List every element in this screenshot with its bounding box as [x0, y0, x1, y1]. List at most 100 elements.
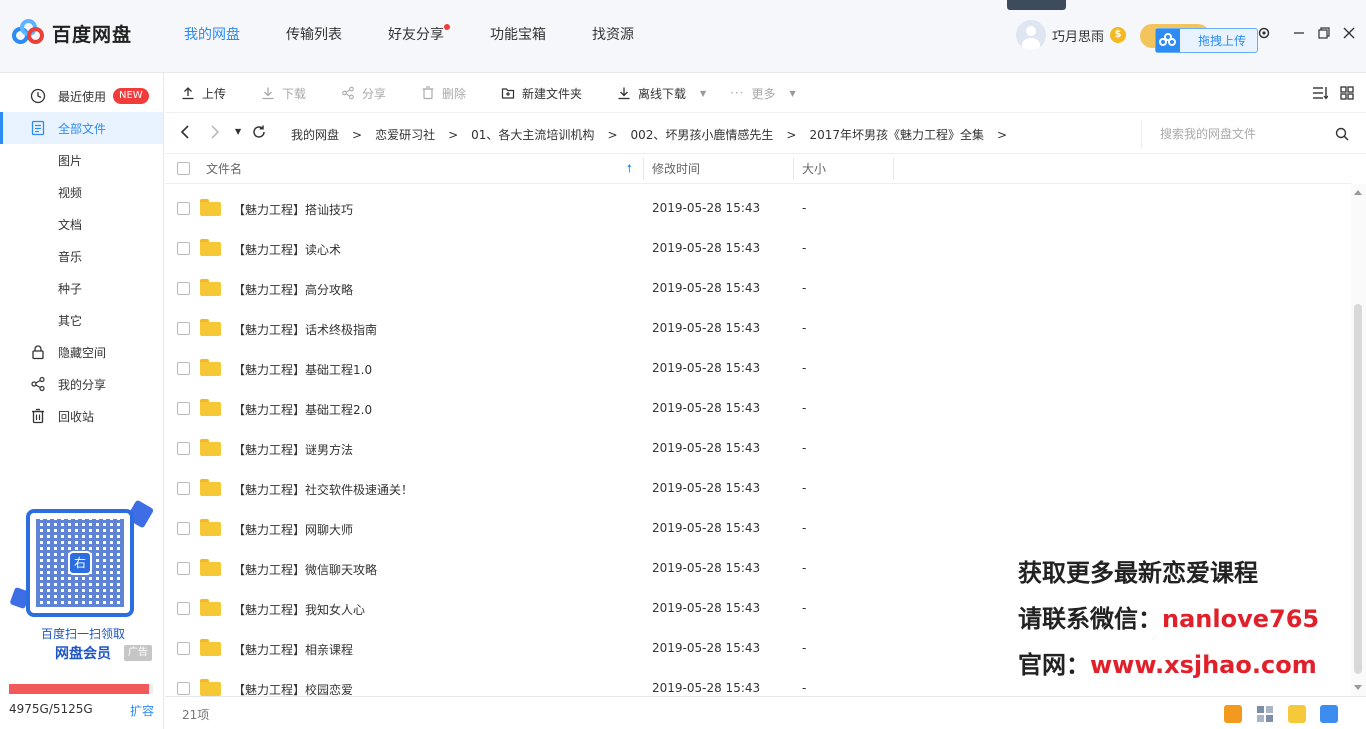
- breadcrumb-item[interactable]: 01、各大主流培训机构: [471, 128, 594, 142]
- vip-promo-card[interactable]: 右 百度扫一扫领取 网盘会员 广告: [9, 499, 155, 663]
- table-row[interactable]: 【魅力工程】话术终极指南 2019-05-28 15:43 -: [165, 308, 1351, 348]
- table-row[interactable]: 【魅力工程】网聊大师 2019-05-28 15:43 -: [165, 508, 1351, 548]
- scroll-down-icon[interactable]: [1354, 685, 1362, 690]
- nav-my-drive[interactable]: 我的网盘: [168, 0, 256, 72]
- file-name[interactable]: 【魅力工程】高分攻略: [233, 281, 353, 298]
- file-name[interactable]: 【魅力工程】谜男方法: [233, 441, 353, 458]
- refresh-icon[interactable]: [252, 125, 266, 143]
- sort-ascending-icon[interactable]: 🠕: [627, 154, 632, 184]
- lock-icon[interactable]: [1320, 705, 1338, 723]
- chevron-down-icon[interactable]: ▼: [789, 89, 795, 98]
- new-folder-button[interactable]: 新建文件夹: [501, 85, 582, 101]
- table-row[interactable]: 【魅力工程】基础工程1.0 2019-05-28 15:43 -: [165, 348, 1351, 388]
- download-button[interactable]: 下载: [261, 85, 306, 101]
- row-checkbox[interactable]: [177, 282, 190, 295]
- more-button[interactable]: ··· 更多 ▼: [730, 85, 796, 101]
- breadcrumb-item[interactable]: 恋爱研习社: [375, 128, 435, 142]
- sidebar-item-others[interactable]: 其它: [0, 304, 163, 336]
- table-row[interactable]: 【魅力工程】高分攻略 2019-05-28 15:43 -: [165, 268, 1351, 308]
- row-checkbox[interactable]: [177, 362, 190, 375]
- search-input[interactable]: [1160, 125, 1320, 143]
- sidebar-item-hidden-space[interactable]: 隐藏空间: [0, 336, 163, 368]
- nav-friend-share[interactable]: 好友分享: [372, 0, 460, 72]
- breadcrumb-item[interactable]: 我的网盘: [291, 128, 339, 142]
- minimize-icon[interactable]: [1291, 26, 1307, 44]
- app-logo[interactable]: 百度网盘: [12, 18, 132, 48]
- file-name[interactable]: 【魅力工程】我知女人心: [233, 601, 365, 618]
- file-name[interactable]: 【魅力工程】读心术: [233, 241, 341, 258]
- row-checkbox[interactable]: [177, 202, 190, 215]
- chevron-down-icon[interactable]: ▼: [700, 89, 706, 98]
- file-name[interactable]: 【魅力工程】基础工程2.0: [233, 401, 372, 418]
- sort-list-icon[interactable]: [1312, 85, 1328, 101]
- mini-widget[interactable]: [1007, 0, 1066, 10]
- nav-find-resources[interactable]: 找资源: [576, 0, 650, 72]
- row-checkbox[interactable]: [177, 322, 190, 335]
- sidebar-item-torrents[interactable]: 种子: [0, 272, 163, 304]
- file-name[interactable]: 【魅力工程】搭讪技巧: [233, 201, 353, 218]
- breadcrumb-item[interactable]: 002、坏男孩小鹿情感先生: [631, 128, 774, 142]
- table-row[interactable]: 【魅力工程】谜男方法 2019-05-28 15:43 -: [165, 428, 1351, 468]
- maximize-icon[interactable]: [1316, 26, 1332, 44]
- apps-grid-icon[interactable]: [1256, 705, 1274, 723]
- forward-icon[interactable]: [209, 125, 221, 143]
- column-divider[interactable]: [793, 158, 794, 180]
- table-row[interactable]: 【魅力工程】社交软件极速通关！ 2019-05-28 15:43 -: [165, 468, 1351, 508]
- drag-upload-widget[interactable]: 拖拽上传: [1155, 28, 1258, 53]
- sidebar-item-recycle-bin[interactable]: 回收站: [0, 400, 163, 432]
- grid-view-icon[interactable]: [1339, 85, 1355, 101]
- delete-button[interactable]: 删除: [421, 85, 466, 101]
- breadcrumb-item[interactable]: 2017年坏男孩《魅力工程》全集: [809, 128, 984, 142]
- vertical-scrollbar[interactable]: [1351, 184, 1366, 696]
- file-name[interactable]: 【魅力工程】网聊大师: [233, 521, 353, 538]
- file-name[interactable]: 【魅力工程】相亲课程: [233, 641, 353, 658]
- table-row[interactable]: 【魅力工程】基础工程2.0 2019-05-28 15:43 -: [165, 388, 1351, 428]
- row-checkbox[interactable]: [177, 242, 190, 255]
- offline-download-button[interactable]: 离线下载 ▼: [617, 85, 706, 101]
- column-divider[interactable]: [643, 158, 644, 180]
- sidebar-item-my-shares[interactable]: 我的分享: [0, 368, 163, 400]
- share-button[interactable]: 分享: [341, 85, 386, 101]
- settings-icon[interactable]: [1256, 26, 1272, 44]
- file-name[interactable]: 【魅力工程】基础工程1.0: [233, 361, 372, 378]
- search-icon[interactable]: [1335, 127, 1349, 141]
- sidebar-item-videos[interactable]: 视频: [0, 176, 163, 208]
- back-icon[interactable]: [179, 125, 191, 143]
- row-checkbox[interactable]: [177, 402, 190, 415]
- history-dropdown-icon[interactable]: ▼: [235, 127, 241, 136]
- close-icon[interactable]: [1341, 26, 1357, 44]
- row-checkbox[interactable]: [177, 562, 190, 575]
- row-checkbox[interactable]: [177, 602, 190, 615]
- medal-icon[interactable]: [1224, 705, 1242, 723]
- nav-transfer-list[interactable]: 传输列表: [270, 0, 358, 72]
- row-checkbox[interactable]: [177, 442, 190, 455]
- column-divider[interactable]: [893, 158, 894, 180]
- scrollbar-thumb[interactable]: [1354, 304, 1362, 674]
- user-profile[interactable]: 巧月思雨 $: [1016, 20, 1127, 50]
- row-checkbox[interactable]: [177, 682, 190, 695]
- table-row[interactable]: 【魅力工程】搭讪技巧 2019-05-28 15:43 -: [165, 188, 1351, 228]
- row-checkbox[interactable]: [177, 522, 190, 535]
- sidebar-item-images[interactable]: 图片: [0, 144, 163, 176]
- sidebar-item-documents[interactable]: 文档: [0, 208, 163, 240]
- column-header-modified[interactable]: 修改时间: [652, 154, 700, 184]
- file-name[interactable]: 【魅力工程】微信聊天攻略: [233, 561, 377, 578]
- avatar[interactable]: [1016, 20, 1046, 50]
- row-checkbox[interactable]: [177, 482, 190, 495]
- table-row[interactable]: 【魅力工程】读心术 2019-05-28 15:43 -: [165, 228, 1351, 268]
- scroll-up-icon[interactable]: [1354, 190, 1362, 195]
- sidebar-item-all-files[interactable]: 全部文件: [0, 112, 163, 144]
- nav-toolbox[interactable]: 功能宝箱: [474, 0, 562, 72]
- sidebar-item-music[interactable]: 音乐: [0, 240, 163, 272]
- upload-button[interactable]: 上传: [181, 85, 226, 101]
- row-checkbox[interactable]: [177, 642, 190, 655]
- file-name[interactable]: 【魅力工程】话术终极指南: [233, 321, 377, 338]
- column-header-size[interactable]: 大小: [802, 154, 826, 184]
- file-name[interactable]: 【魅力工程】校园恋爱: [233, 681, 353, 696]
- upload-folder-icon[interactable]: [1288, 705, 1306, 723]
- sidebar-item-recent[interactable]: 最近使用 NEW: [0, 80, 163, 112]
- select-all-checkbox[interactable]: [177, 162, 190, 175]
- expand-storage-link[interactable]: 扩容: [130, 702, 154, 719]
- column-header-name[interactable]: 文件名: [206, 154, 242, 184]
- file-name[interactable]: 【魅力工程】社交软件极速通关！: [233, 481, 413, 498]
